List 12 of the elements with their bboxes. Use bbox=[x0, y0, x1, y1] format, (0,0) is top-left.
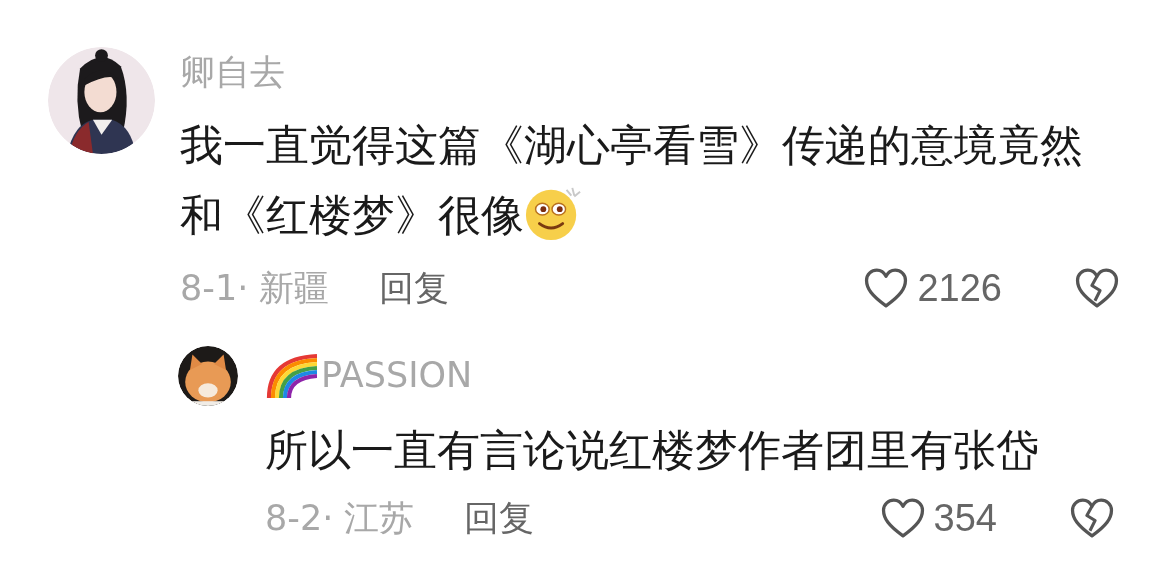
date-location: 8-1· 新疆 bbox=[180, 266, 330, 310]
reply-link[interactable]: 回复 bbox=[379, 264, 450, 312]
dislike-button[interactable] bbox=[1074, 267, 1120, 309]
comment-text: 我一直觉得这篇《湖心亭看雪》传递的意境竟然和《红楼梦》很像 bbox=[180, 120, 1083, 240]
comment-text: 所以一直有言论说红楼梦作者团里有张岱 bbox=[265, 425, 1039, 475]
like-button[interactable]: 2126 bbox=[863, 266, 1002, 310]
heart-icon bbox=[863, 267, 910, 309]
dislike-button[interactable] bbox=[1069, 497, 1115, 539]
date-location: 8-2· 江苏 bbox=[265, 496, 415, 540]
reply-link[interactable]: 回复 bbox=[464, 494, 535, 542]
heart-icon bbox=[879, 497, 926, 539]
like-button[interactable]: 354 bbox=[879, 496, 997, 540]
